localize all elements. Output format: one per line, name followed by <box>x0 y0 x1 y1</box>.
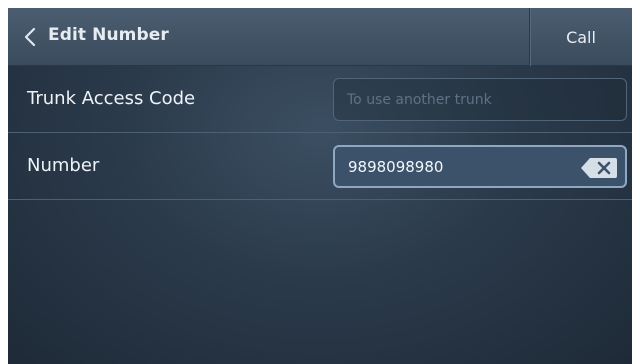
header-bar: Edit Number Call <box>8 8 632 66</box>
edit-number-screen: Edit Number Call Trunk Access Code To us… <box>8 8 632 364</box>
chevron-left-icon <box>24 27 36 47</box>
number-value: 9898098980 <box>348 158 444 176</box>
trunk-access-code-field[interactable]: To use another trunk <box>333 78 627 121</box>
trunk-access-code-row: Trunk Access Code To use another trunk <box>8 66 632 133</box>
number-label: Number <box>27 155 100 176</box>
number-field[interactable]: 9898098980 <box>333 145 627 188</box>
call-button[interactable]: Call <box>529 8 632 66</box>
page-title: Edit Number <box>48 25 169 45</box>
trunk-access-code-label: Trunk Access Code <box>27 88 196 109</box>
call-button-label: Call <box>566 27 596 47</box>
number-row: Number 9898098980 <box>8 133 632 200</box>
back-button[interactable]: Edit Number <box>8 8 308 66</box>
trunk-access-code-placeholder: To use another trunk <box>347 92 492 108</box>
backspace-clear-icon[interactable] <box>580 157 618 179</box>
